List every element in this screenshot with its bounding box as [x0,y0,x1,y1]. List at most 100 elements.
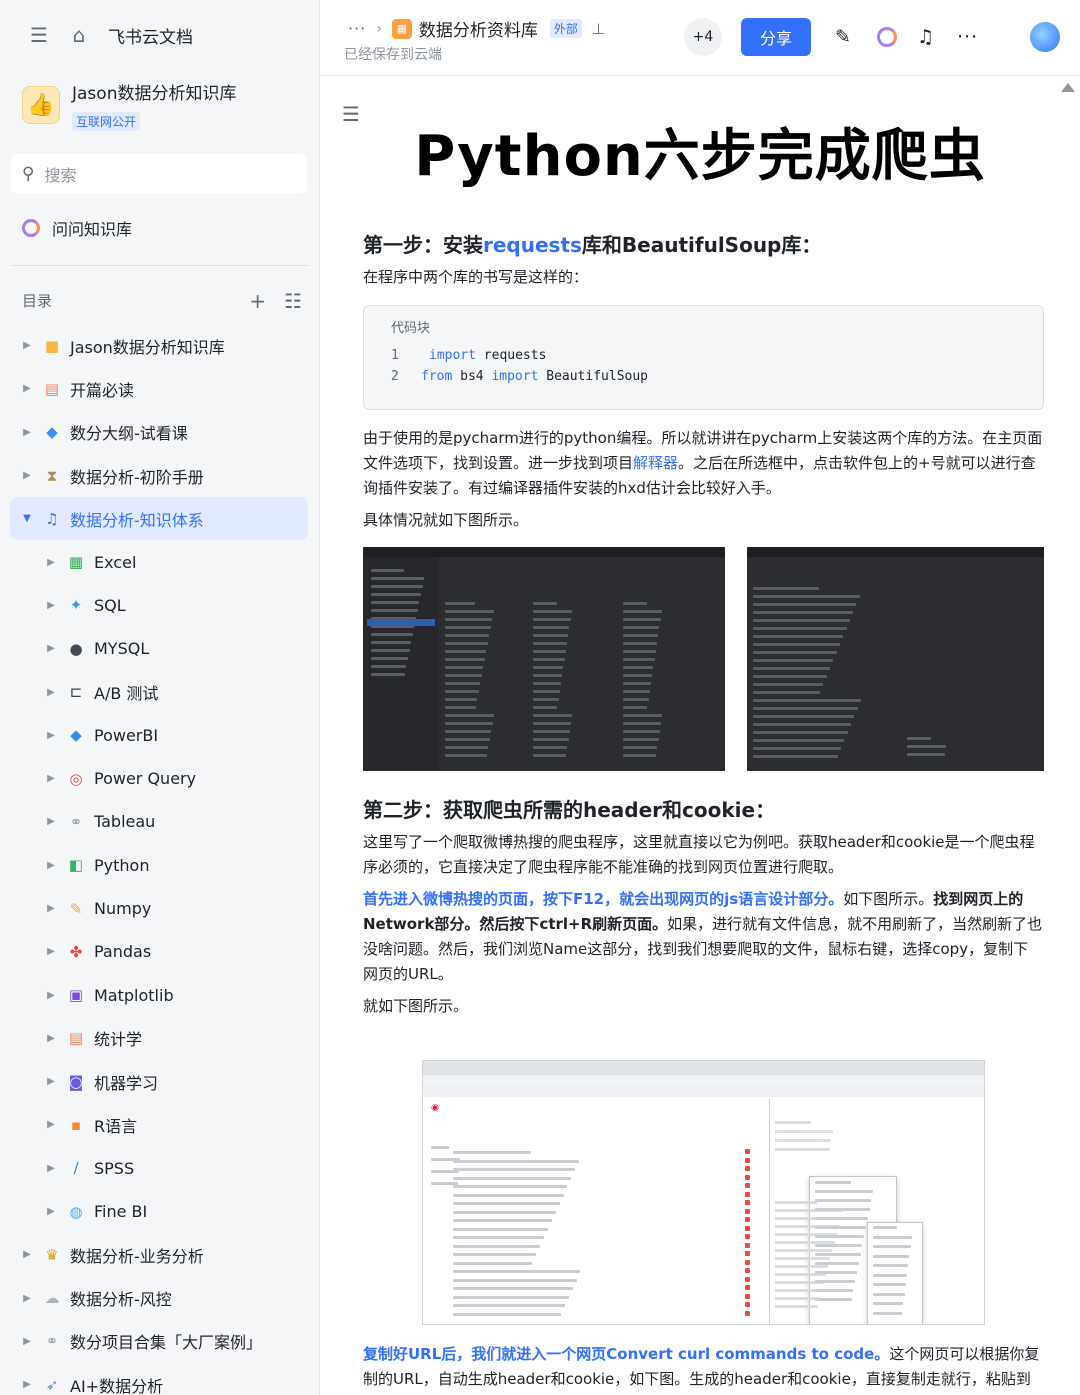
toc-item[interactable]: ▶ ▤ 统计学 [10,1017,308,1060]
caret-right-icon[interactable]: ▶ [22,1379,32,1390]
toc-item[interactable]: ▶ ➶ AI+数据分析 [10,1363,308,1395]
toc-item[interactable]: ▶ ⊏ A/B 测试 [10,670,308,713]
weibo-devtools-screenshot[interactable]: ◉ [422,1060,985,1325]
pin-icon[interactable]: ⊥ [592,20,605,38]
caret-right-icon[interactable]: ▶ [22,383,32,394]
toc-item[interactable]: ▶ ⚭ 数分项目合集「大厂案例」 [10,1320,308,1363]
caret-right-icon[interactable]: ▶ [22,340,32,351]
add-icon[interactable]: + [249,291,266,311]
toc-item[interactable]: ▶ ■ Jason数据分析知识库 [10,324,308,367]
screenshot-detail [873,1254,910,1258]
toc-item-label: A/B 测试 [94,684,159,704]
screenshot-detail [371,569,404,572]
home-icon[interactable]: ⌂ [68,24,90,46]
caret-right-icon[interactable]: ▶ [46,1206,56,1217]
more-options-icon[interactable]: ··· [957,26,978,48]
collapse-menu-icon[interactable]: ☰ [28,24,50,46]
screenshot-detail [623,690,650,693]
pycharm-packages-screenshot[interactable] [747,547,1044,771]
share-button[interactable]: 分享 [741,18,811,56]
caret-right-icon[interactable]: ▶ [46,946,56,957]
caret-right-icon[interactable]: ▶ [46,643,56,654]
toc-item[interactable]: ▶ ♛ 数据分析-业务分析 [10,1233,308,1276]
toc-item[interactable]: ▶ ◆ PowerBI [10,714,308,757]
code-text: bs4 [452,369,492,384]
screenshot-detail [371,601,420,604]
screenshot-detail [445,706,476,709]
doc-breadcrumb-title[interactable]: 数据分析资料库 [419,16,538,41]
caret-right-icon[interactable]: ▶ [46,816,56,827]
toc-item[interactable]: ▶ ▤ 开篇必读 [10,367,308,410]
caret-right-icon[interactable]: ▶ [46,773,56,784]
knowledge-base-card[interactable]: 👍 Jason数据分析知识库 互联网公开 [22,80,236,131]
excel-icon: ▦ [68,553,84,572]
caret-right-icon[interactable]: ▶ [46,730,56,741]
code-block[interactable]: 代码块 1 import requests 2 from bs4 import … [363,305,1044,410]
caret-right-icon[interactable]: ▶ [22,427,32,438]
caret-right-icon[interactable]: ▶ [46,1119,56,1130]
caret-right-icon[interactable]: ▶ [46,600,56,611]
collaborators-count[interactable]: +4 [684,18,722,56]
caret-right-icon[interactable]: ▶ [46,990,56,1001]
ai-assistant-ring-icon[interactable] [877,27,897,47]
toc-item[interactable]: ▶ ▣ Matplotlib [10,973,308,1016]
hot-badge-icon [745,1183,750,1188]
toc-item[interactable]: ▶ ✤ Pandas [10,930,308,973]
toc-item[interactable]: ▶ ∕ SPSS [10,1147,308,1190]
caret-right-icon[interactable]: ▶ [46,1076,56,1087]
ask-knowledge-base-button[interactable]: 问问知识库 [22,216,132,240]
toc-item[interactable]: ▶ ▦ Excel [10,540,308,583]
toc-item[interactable]: ▶ ◎ Power Query [10,757,308,800]
app-name[interactable]: 飞书云文档 [108,23,193,48]
screenshot-detail [873,1302,904,1305]
requests-link[interactable]: requests [483,233,582,257]
toc-item[interactable]: ▶ ◍ Fine BI [10,1190,308,1233]
search-input[interactable]: ⚲ 搜索 [10,154,307,194]
code-line: 2 from bs4 import BeautifulSoup [391,369,648,384]
screenshot-detail [753,731,848,734]
toc-item[interactable]: ▶ ✦ SQL [10,584,308,627]
caret-right-icon[interactable]: ▶ [46,1163,56,1174]
bell-icon[interactable]: ♫ [917,26,934,48]
hot-badge-icon [745,1251,750,1256]
caret-right-icon[interactable]: ▶ [22,470,32,481]
toc-item-label: 数据分析-知识体系 [70,510,204,530]
pycharm-settings-screenshot[interactable] [363,547,725,771]
caret-right-icon[interactable]: ▶ [46,687,56,698]
doc-body: ☰ Python六步完成爬虫 第一步：安装requests库和Beautiful… [320,77,1080,1395]
toc-list-icon[interactable]: ☷ [284,291,302,311]
toc-item[interactable]: ▶ ✎ Numpy [10,887,308,930]
hot-badge-icon [745,1174,750,1180]
scroll-up-arrow-icon[interactable] [1061,83,1075,92]
caret-right-icon[interactable]: ▶ [22,1293,32,1304]
assistant-avatar-icon[interactable] [1030,22,1060,52]
more-breadcrumb-button[interactable]: ··· [348,19,366,38]
toc-item[interactable]: ▶ ◙ 机器学习 [10,1060,308,1103]
caret-right-icon[interactable]: ▶ [46,860,56,871]
toc-item[interactable]: ▶ ☁ 数据分析-风控 [10,1277,308,1320]
toc-item[interactable]: ▶ ◧ Python [10,844,308,887]
toc-item[interactable]: ▶ ⚭ Tableau [10,800,308,843]
caret-right-icon[interactable]: ▶ [46,903,56,914]
screenshot-detail [623,706,648,709]
toc-item[interactable]: ▶ ⧗ 数据分析-初阶手册 [10,454,308,497]
screenshot-detail [753,715,855,718]
screenshot-detail [753,755,838,758]
caret-right-icon[interactable]: ▶ [22,1336,32,1347]
toc-item[interactable]: ▶ ◆ 数分大纲-试看课 [10,411,308,454]
caret-right-icon[interactable]: ▶ [46,557,56,568]
screenshot-detail [775,1201,817,1204]
toc-item[interactable]: ▶ ▪ R语言 [10,1103,308,1146]
toc-item[interactable]: ▼ ♫ 数据分析-知识体系 [10,497,308,541]
edit-pencil-icon[interactable]: ✎ [835,26,851,48]
caret-right-icon[interactable]: ▶ [46,1033,56,1044]
toc-item[interactable]: ▶ ● MYSQL [10,627,308,670]
caret-down-icon[interactable]: ▼ [22,513,32,524]
interpreter-link[interactable]: 解释器 [633,454,678,472]
highlight-text: 首先进入微博热搜的页面，按下F12，就会出现网页的js语言设计部分。 [363,890,844,908]
screenshot-detail [445,602,475,605]
screenshot-detail [533,674,563,677]
screenshot-detail [453,1151,531,1154]
caret-right-icon[interactable]: ▶ [22,1249,32,1260]
hot-badge-icon [745,1285,750,1290]
